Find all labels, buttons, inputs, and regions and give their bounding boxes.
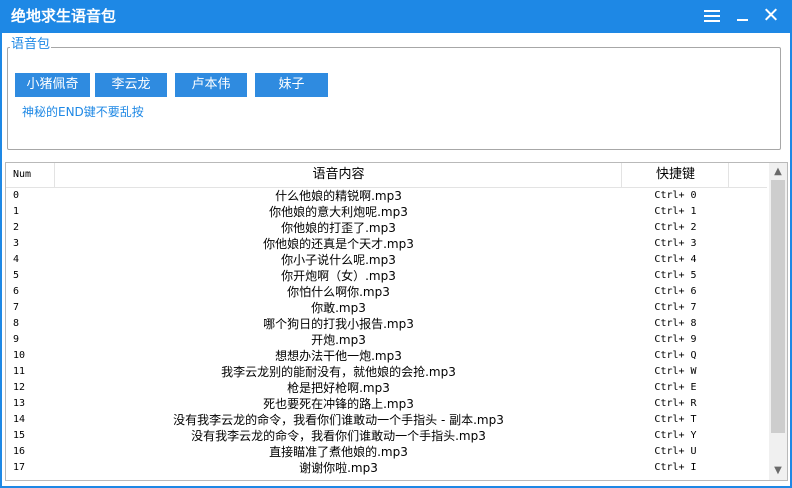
row-name: 开炮.mp3 [311, 333, 366, 347]
table-row[interactable]: 0 什么他娘的精锐啊.mp3 Ctrl+ 0 [6, 188, 767, 204]
table-row[interactable]: 10 想想办法干他一炮.mp3 Ctrl+ Q [6, 348, 767, 364]
row-num: 7 [13, 302, 20, 313]
row-key: Ctrl+ 1 [654, 206, 697, 217]
row-name: 没有我李云龙的命令，我看你们谁敢动一个手指头.mp3 [191, 429, 486, 443]
row-key: Ctrl+ 8 [654, 318, 697, 329]
row-num: 13 [13, 398, 26, 409]
scroll-up-arrow-icon[interactable]: ▲ [769, 163, 787, 180]
row-key: Ctrl+ U [654, 446, 697, 457]
row-num: 11 [13, 366, 26, 377]
row-num: 17 [13, 462, 26, 473]
row-key: Ctrl+ 6 [654, 286, 697, 297]
row-num: 14 [13, 414, 26, 425]
row-key: Ctrl+ Q [654, 350, 697, 361]
table-row[interactable]: 1 你他娘的意大利炮呢.mp3 Ctrl+ 1 [6, 204, 767, 220]
row-name: 没有我李云龙的命令，我看你们谁敢动一个手指头 - 副本.mp3 [173, 413, 504, 427]
row-num: 15 [13, 430, 26, 441]
table-row[interactable]: 4 你小子说什么呢.mp3 Ctrl+ 4 [6, 252, 767, 268]
voice-pack-group: 小猪佩奇 李云龙 卢本伟 妹子 神秘的END键不要乱按 [7, 47, 781, 150]
table-row[interactable]: 16 直接瞄准了煮他娘的.mp3 Ctrl+ U [6, 444, 767, 460]
table-row[interactable]: 2 你他娘的打歪了.mp3 Ctrl+ 2 [6, 220, 767, 236]
voice-pack-button-meizi[interactable]: 妹子 [255, 73, 328, 97]
list-header: Num 语音内容 快捷键 [6, 163, 767, 188]
table-row[interactable]: 3 你他娘的还真是个天才.mp3 Ctrl+ 3 [6, 236, 767, 252]
voice-pack-button-li-yunlong[interactable]: 李云龙 [95, 73, 167, 97]
table-row[interactable]: 15 没有我李云龙的命令，我看你们谁敢动一个手指头.mp3 Ctrl+ Y [6, 428, 767, 444]
row-key: Ctrl+ I [654, 462, 697, 473]
group-title: 语音包 [10, 37, 52, 52]
menu-button[interactable] [700, 5, 724, 27]
table-row[interactable]: 9 开炮.mp3 Ctrl+ 9 [6, 332, 767, 348]
row-key: Ctrl+ Y [654, 430, 697, 441]
row-num: 0 [13, 190, 20, 201]
title-bar: 绝地求生语音包 [0, 0, 792, 33]
vertical-scrollbar[interactable]: ▲ ▼ [769, 163, 787, 480]
row-name: 什么他娘的精锐啊.mp3 [275, 189, 402, 203]
row-name: 你他娘的意大利炮呢.mp3 [269, 205, 408, 219]
column-header-name[interactable]: 语音内容 [56, 163, 621, 187]
scroll-down-arrow-icon[interactable]: ▼ [769, 462, 787, 479]
row-key: Ctrl+ E [654, 382, 697, 393]
row-name: 你小子说什么呢.mp3 [281, 253, 396, 267]
row-name: 你敢.mp3 [311, 301, 366, 315]
row-key: Ctrl+ 4 [654, 254, 697, 265]
row-num: 16 [13, 446, 26, 457]
table-row[interactable]: 14 没有我李云龙的命令，我看你们谁敢动一个手指头 - 副本.mp3 Ctrl+ T [6, 412, 767, 428]
scrollbar-thumb[interactable] [771, 180, 785, 433]
voice-pack-button-peppa[interactable]: 小猪佩奇 [15, 73, 90, 97]
row-key: Ctrl+ 3 [654, 238, 697, 249]
row-name: 你怕什么啊你.mp3 [287, 285, 390, 299]
column-header-num[interactable]: Num [13, 163, 31, 187]
row-name: 想想办法干他一炮.mp3 [275, 349, 402, 363]
row-key: Ctrl+ 5 [654, 270, 697, 281]
row-name: 直接瞄准了煮他娘的.mp3 [269, 445, 408, 459]
list-rows: 0 什么他娘的精锐啊.mp3 Ctrl+ 0 1 你他娘的意大利炮呢.mp3 Ctrl+ … [6, 188, 767, 476]
table-row[interactable]: 12 枪是把好枪啊.mp3 Ctrl+ E [6, 380, 767, 396]
row-name: 枪是把好枪啊.mp3 [287, 381, 390, 395]
row-name: 谢谢你啦.mp3 [299, 461, 378, 475]
row-name: 死也要死在冲锋的路上.mp3 [263, 397, 414, 411]
close-button[interactable] [759, 5, 783, 27]
row-num: 9 [13, 334, 20, 345]
end-key-hint: 神秘的END键不要乱按 [22, 105, 144, 119]
row-name: 我李云龙别的能耐没有，就他娘的会抢.mp3 [221, 365, 456, 379]
table-row[interactable]: 5 你开炮啊（女）.mp3 Ctrl+ 5 [6, 268, 767, 284]
row-key: Ctrl+ W [654, 366, 697, 377]
table-row[interactable]: 11 我李云龙别的能耐没有，就他娘的会抢.mp3 Ctrl+ W [6, 364, 767, 380]
row-name: 哪个狗日的打我小报告.mp3 [263, 317, 414, 331]
column-header-key[interactable]: 快捷键 [623, 163, 728, 187]
row-key: Ctrl+ 0 [654, 190, 697, 201]
row-num: 3 [13, 238, 20, 249]
row-num: 10 [13, 350, 26, 361]
table-row[interactable]: 7 你敢.mp3 Ctrl+ 7 [6, 300, 767, 316]
table-row[interactable]: 17 谢谢你啦.mp3 Ctrl+ I [6, 460, 767, 476]
row-key: Ctrl+ T [654, 414, 697, 425]
row-num: 8 [13, 318, 20, 329]
row-name: 你开炮啊（女）.mp3 [281, 269, 396, 283]
row-num: 4 [13, 254, 20, 265]
row-name: 你他娘的打歪了.mp3 [281, 221, 396, 235]
row-key: Ctrl+ 9 [654, 334, 697, 345]
voice-pack-button-lu-benwei[interactable]: 卢本伟 [175, 73, 247, 97]
row-name: 你他娘的还真是个天才.mp3 [263, 237, 414, 251]
row-key: Ctrl+ 2 [654, 222, 697, 233]
window-body: 小猪佩奇 李云龙 卢本伟 妹子 神秘的END键不要乱按 语音包 Num 语音内容… [2, 33, 790, 486]
table-row[interactable]: 13 死也要死在冲锋的路上.mp3 Ctrl+ R [6, 396, 767, 412]
row-num: 6 [13, 286, 20, 297]
row-key: Ctrl+ R [654, 398, 697, 409]
voice-list[interactable]: Num 语音内容 快捷键 0 什么他娘的精锐啊.mp3 Ctrl+ 0 1 你他娘的意大… [5, 162, 788, 481]
row-num: 5 [13, 270, 20, 281]
table-row[interactable]: 6 你怕什么啊你.mp3 Ctrl+ 6 [6, 284, 767, 300]
minimize-button[interactable] [731, 5, 755, 27]
row-num: 1 [13, 206, 20, 217]
table-row[interactable]: 8 哪个狗日的打我小报告.mp3 Ctrl+ 8 [6, 316, 767, 332]
row-num: 12 [13, 382, 26, 393]
window-title: 绝地求生语音包 [11, 7, 117, 25]
row-key: Ctrl+ 7 [654, 302, 697, 313]
row-num: 2 [13, 222, 20, 233]
